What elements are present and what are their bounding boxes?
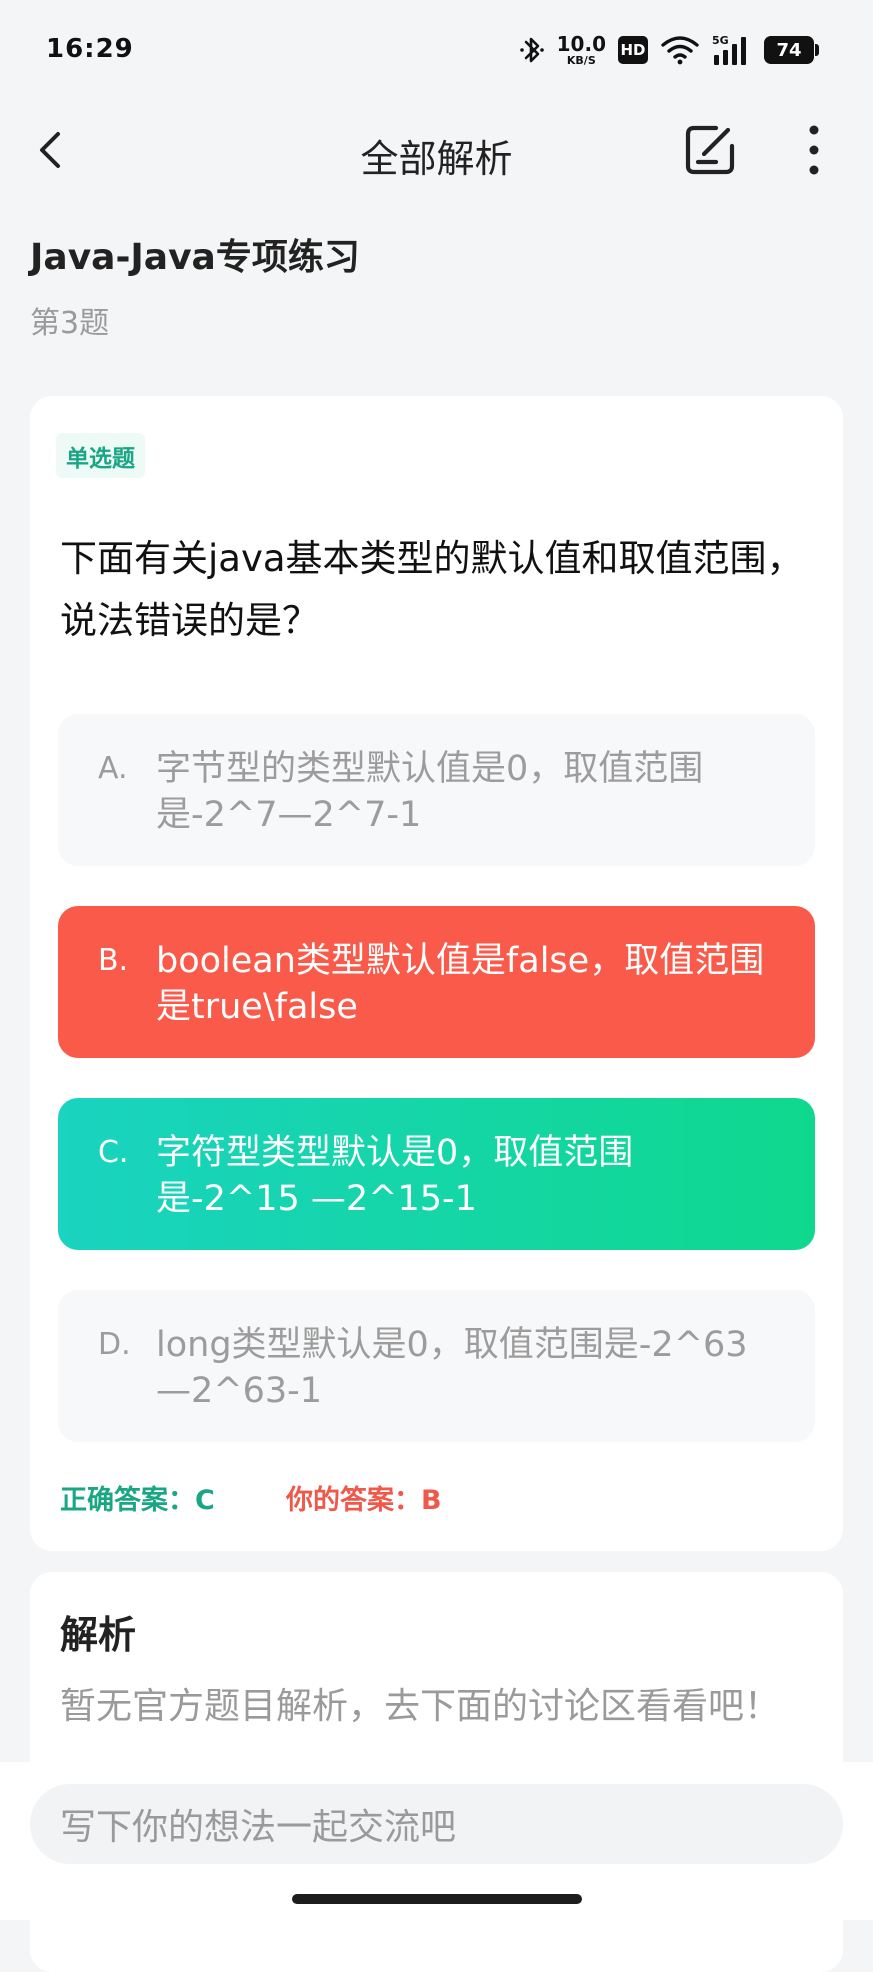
comment-input[interactable]: 写下你的想法一起交流吧 [30, 1784, 843, 1864]
question-card: 单选题 下面有关java基本类型的默认值和取值范围，说法错误的是？ A. 字节型… [30, 396, 843, 1551]
option-b[interactable]: B. boolean类型默认值是false，取值范围是true\false [58, 906, 815, 1058]
network-speed-unit: KB/S [566, 54, 596, 67]
note-edit-button[interactable] [680, 120, 740, 180]
answer-summary: 正确答案：C 你的答案：B [60, 1478, 442, 1517]
option-c[interactable]: C. 字符型类型默认是0，取值范围是-2^15 —2^15-1 [58, 1098, 815, 1250]
status-icons: 10.0 KB/S HD 5G 74 [519, 30, 819, 70]
option-d[interactable]: D. long类型默认是0，取值范围是-2^63—2^63-1 [58, 1290, 815, 1442]
option-a[interactable]: A. 字节型的类型默认值是0，取值范围是-2^7—2^7-1 [58, 714, 815, 866]
option-letter: B. [98, 943, 129, 978]
more-vertical-icon [809, 125, 819, 175]
option-text: 字符型类型默认是0，取值范围是-2^15 —2^15-1 [156, 1133, 634, 1219]
network-speed: 10.0 KB/S [557, 34, 606, 66]
home-indicator[interactable] [292, 1894, 582, 1904]
page-title: 全部解析 [360, 137, 513, 181]
network-speed-value: 10.0 [556, 32, 606, 56]
bluetooth-icon [519, 33, 545, 67]
question-stem: 下面有关java基本类型的默认值和取值范围，说法错误的是？ [60, 537, 804, 642]
option-text: long类型默认是0，取值范围是-2^63—2^63-1 [156, 1325, 748, 1411]
exam-title: Java-Java专项练习 [30, 237, 360, 278]
question-type-badge: 单选题 [56, 433, 145, 478]
analysis-title: 解析 [60, 1613, 137, 1657]
question-number: 第3题 [30, 306, 110, 341]
wifi-icon [660, 35, 700, 65]
option-letter: D. [98, 1327, 131, 1362]
nav-bar: 全部解析 [0, 100, 873, 200]
5g-signal-icon: 5G [712, 33, 752, 67]
your-answer: 你的答案：B [286, 1485, 442, 1516]
svg-text:5G: 5G [712, 34, 729, 47]
note-edit-icon [685, 125, 735, 175]
option-letter: C. [98, 1135, 129, 1170]
correct-answer: 正确答案：C [60, 1485, 215, 1516]
option-text: 字节型的类型默认值是0，取值范围是-2^7—2^7-1 [156, 749, 704, 835]
status-bar: 16:29 10.0 KB/S HD 5G 74 [0, 0, 873, 100]
battery-level: 74 [764, 36, 814, 64]
battery-icon: 74 [764, 36, 819, 64]
option-text: boolean类型默认值是false，取值范围是true\false [156, 941, 765, 1027]
more-button[interactable] [790, 120, 838, 180]
analysis-body: 暂无官方题目解析，去下面的讨论区看看吧！ [60, 1686, 781, 1727]
option-letter: A. [98, 751, 128, 786]
hd-icon: HD [618, 36, 648, 64]
status-time: 16:29 [46, 34, 134, 64]
comment-bar: 写下你的想法一起交流吧 [0, 1762, 873, 1920]
